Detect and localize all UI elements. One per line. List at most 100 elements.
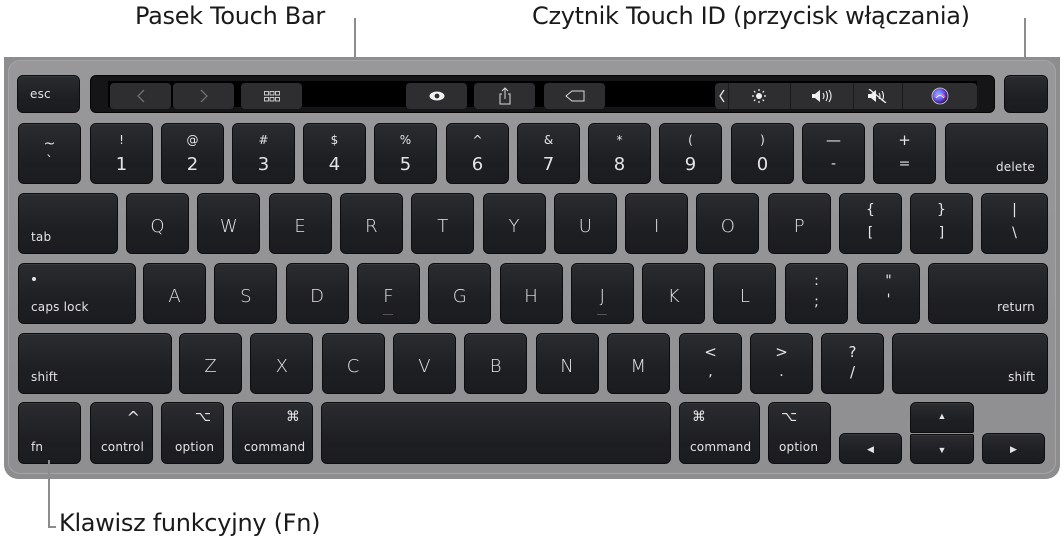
key-letter-label: W xyxy=(219,216,238,237)
key-letter-label: B xyxy=(489,356,502,377)
touch-bar[interactable] xyxy=(90,75,995,113)
key-top-symbol: ( xyxy=(688,133,693,147)
key-esc-label: esc xyxy=(30,87,51,101)
key-arrow-right[interactable]: ▶ xyxy=(982,433,1045,464)
key-letter[interactable]: Z xyxy=(179,333,242,394)
key-arrow-up[interactable]: ▲ xyxy=(910,402,974,433)
key-bracket-left[interactable]: { [ xyxy=(839,193,902,254)
key-shift-left[interactable]: shift xyxy=(18,333,172,394)
key-return-label: return xyxy=(997,300,1035,314)
key-letter-label: Y xyxy=(508,216,520,237)
forward-icon xyxy=(200,89,208,103)
control-strip-collapse-button[interactable] xyxy=(715,83,728,109)
key-letter-label: P xyxy=(793,216,805,237)
key-letter[interactable]: D xyxy=(285,263,349,324)
key-letter-label: Q xyxy=(150,216,165,237)
touch-bar-view-button[interactable] xyxy=(406,83,467,109)
touch-bar-tag-button[interactable] xyxy=(544,83,605,109)
key-letter[interactable]: A xyxy=(143,263,206,324)
key-esc[interactable]: esc xyxy=(17,75,80,113)
key-number-row[interactable]: ! 1 xyxy=(90,123,153,184)
key-tab-label: tab xyxy=(31,230,52,244)
control-strip-volume-button[interactable] xyxy=(791,83,853,109)
key-bracket-left-top: { xyxy=(866,202,875,218)
key-slash[interactable]: ? / xyxy=(821,333,884,394)
arrow-up-icon: ▲ xyxy=(937,411,947,421)
key-letter[interactable]: H xyxy=(499,263,563,324)
key-number-row[interactable]: ^ 6 xyxy=(446,123,509,184)
control-strip-mute-button[interactable] xyxy=(854,83,902,109)
key-shift-right[interactable]: shift xyxy=(892,333,1048,394)
key-bracket-right[interactable]: } ] xyxy=(910,193,973,254)
key-letter[interactable]: F xyxy=(356,263,420,324)
key-letter[interactable]: Y xyxy=(482,193,546,254)
key-letter[interactable]: P xyxy=(767,193,831,254)
key-semicolon-bottom: ; xyxy=(814,294,819,310)
key-number-row[interactable]: — - xyxy=(802,123,865,184)
key-letter[interactable]: S xyxy=(214,263,278,324)
key-comma[interactable]: < , xyxy=(679,333,742,394)
key-letter[interactable]: G xyxy=(428,263,492,324)
key-letter[interactable]: E xyxy=(268,193,332,254)
key-arrow-down[interactable]: ▼ xyxy=(910,434,974,464)
key-number-row[interactable]: % 5 xyxy=(374,123,437,184)
callout-fn-key: Klawisz funkcyjny (Fn) xyxy=(59,509,321,537)
key-number-row[interactable]: ~ ` xyxy=(18,123,81,184)
key-letter[interactable]: U xyxy=(553,193,617,254)
key-top-symbol: $ xyxy=(330,133,339,147)
key-command-left[interactable]: ⌘ command xyxy=(232,402,313,464)
key-letter[interactable]: W xyxy=(197,193,261,254)
key-number-row[interactable]: @2 xyxy=(161,123,224,184)
key-letter[interactable]: Q xyxy=(126,193,189,254)
key-letter[interactable]: X xyxy=(250,333,314,394)
key-number-row[interactable]: #3 xyxy=(232,123,295,184)
key-number-row[interactable]: + = xyxy=(873,123,936,184)
key-backslash-bottom: \ xyxy=(1012,225,1017,241)
key-number-row[interactable]: * 8 xyxy=(588,123,651,184)
option-symbol-icon: ⌥ xyxy=(194,409,211,425)
key-period[interactable]: > . xyxy=(750,333,813,394)
key-letter[interactable]: M xyxy=(606,333,670,394)
key-quote-bottom: ' xyxy=(886,292,891,308)
key-backslash[interactable]: | \ xyxy=(981,193,1048,254)
key-letter[interactable]: T xyxy=(411,193,475,254)
key-letter[interactable]: J xyxy=(570,263,634,324)
key-letter[interactable]: C xyxy=(321,333,385,394)
key-control[interactable]: ^ control xyxy=(90,402,153,464)
key-option-left[interactable]: ⌥ option xyxy=(161,402,224,464)
key-return[interactable]: return xyxy=(928,263,1048,324)
key-fn[interactable]: fn xyxy=(18,402,81,464)
key-arrow-left[interactable]: ◀ xyxy=(839,433,902,464)
touch-bar-forward-button[interactable] xyxy=(173,83,234,109)
key-tab[interactable]: tab xyxy=(18,193,118,254)
key-slash-top: ? xyxy=(848,343,857,361)
key-letter[interactable]: V xyxy=(392,333,456,394)
key-letter[interactable]: R xyxy=(339,193,403,254)
key-letter[interactable]: L xyxy=(713,263,777,324)
key-semicolon[interactable]: : ; xyxy=(785,263,848,324)
key-number-row[interactable]: ) 0 xyxy=(731,123,794,184)
key-letter-label: L xyxy=(739,286,750,307)
key-delete[interactable]: delete xyxy=(945,123,1048,184)
key-space[interactable] xyxy=(321,402,671,464)
control-strip-brightness-button[interactable] xyxy=(729,83,789,109)
key-letter[interactable]: K xyxy=(642,263,706,324)
key-number-row[interactable]: $4 xyxy=(303,123,366,184)
key-quote[interactable]: " ' xyxy=(857,263,920,324)
key-command-right[interactable]: ⌘ command xyxy=(679,402,760,464)
key-letter[interactable]: N xyxy=(535,333,599,394)
key-option-right[interactable]: ⌥ option xyxy=(768,402,831,464)
key-letter[interactable]: B xyxy=(464,333,528,394)
key-number-row[interactable]: (9 xyxy=(659,123,722,184)
key-caps-lock[interactable]: caps lock xyxy=(18,263,136,324)
key-touch-id[interactable] xyxy=(1004,75,1048,113)
key-letter[interactable]: I xyxy=(625,193,689,254)
key-bottom-symbol: 4 xyxy=(328,154,341,175)
key-letter[interactable]: O xyxy=(696,193,760,254)
touch-bar-tab-overview-button[interactable] xyxy=(241,83,302,109)
key-number-row[interactable]: & 7 xyxy=(517,123,580,184)
touch-bar-share-button[interactable] xyxy=(474,83,535,109)
control-strip-siri-button[interactable] xyxy=(903,83,977,109)
arrow-right-icon: ▶ xyxy=(1010,444,1017,454)
touch-bar-back-button[interactable] xyxy=(110,83,171,109)
